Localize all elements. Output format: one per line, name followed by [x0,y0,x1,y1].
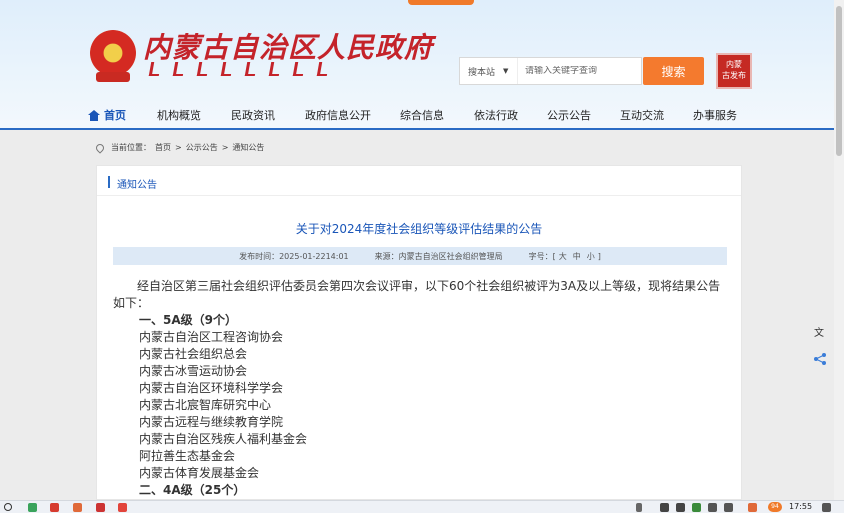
svg-text:文: 文 [814,326,824,339]
app-icon[interactable] [118,503,127,512]
font-size-large[interactable]: 大 [559,252,567,261]
list-item: 内蒙古体育发展基金会 [139,466,260,480]
nav-item-news[interactable]: 民政资讯 [231,107,275,123]
tray-icon[interactable] [676,503,685,512]
site-header: 内蒙古自治区人民政府 搜本站 ▼ 搜索 内蒙古发布 首页 机构概览 民政资讯 政… [0,0,834,130]
notification-badge[interactable]: 94 [768,502,782,512]
breadcrumb-prefix: 当前位置： [111,143,151,152]
list-item: 内蒙古自治区工程咨询协会 [139,330,284,344]
search-icon[interactable] [4,503,12,511]
font-size-switcher: 字号：[大中小] [529,251,601,262]
breadcrumb-current[interactable]: 通知公告 [232,142,264,153]
site-title-logo[interactable]: 内蒙古自治区人民政府 [143,26,433,66]
article-intro: 经自治区第三届社会组织评估委员会第四次会议评审，以下60个社会组织被评为3A及以… [113,279,721,310]
section-header: 通知公告 [97,166,741,196]
wifi-icon[interactable] [708,503,717,512]
app-icon[interactable] [96,503,105,512]
article-card: 通知公告 关于对2024年度社会组织等级评估结果的公告 发布时间：2025-01… [96,165,742,500]
section-accent-bar [108,176,110,188]
national-emblem-icon [90,30,136,82]
search-input[interactable] [518,66,638,76]
nav-item-interaction[interactable]: 互动交流 [620,107,664,123]
mongolian-script-logo [148,62,330,76]
list-item: 内蒙古自治区残疾人福利基金会 [139,432,308,446]
breadcrumb-separator: > [175,143,182,152]
nav-item-overview[interactable]: 机构概览 [157,107,201,123]
level-heading-5a: 一、5A级（9个） [139,313,237,327]
tray-icon[interactable] [660,503,669,512]
nav-item-home[interactable]: 首页 [88,107,126,123]
nav-item-label: 首页 [104,109,126,122]
search-scope-label: 搜本站 [468,67,496,78]
os-taskbar: 94 17:55 [0,500,844,513]
list-item: 阿拉善生态基金会 [139,449,236,463]
header-divider [0,128,834,130]
breadcrumb-notices[interactable]: 公示公告 [186,142,218,153]
list-item: 内蒙古远程与继续教育学院 [139,415,284,429]
translate-icon[interactable]: 文 [808,320,832,344]
font-size-close: ] [597,251,601,261]
taskbar-clock[interactable]: 17:55 [789,502,812,511]
nav-item-info[interactable]: 综合信息 [400,107,444,123]
share-network-icon[interactable] [808,347,832,371]
breadcrumb: 当前位置： 首页 > 公示公告 > 通知公告 [94,141,264,154]
app-icon[interactable] [28,503,37,512]
list-item: 内蒙古冰雪运动协会 [139,364,248,378]
section-title: 通知公告 [117,180,157,191]
font-size-medium[interactable]: 中 [573,252,581,261]
nav-item-services[interactable]: 办事服务 [693,107,737,123]
location-pin-icon [94,141,106,154]
tray-icon[interactable] [692,503,701,512]
tray-chevron-icon[interactable] [636,503,642,512]
search-button[interactable]: 搜索 [643,57,704,85]
breadcrumb-separator: > [221,143,229,152]
nav-item-law[interactable]: 依法行政 [474,107,518,123]
app-icon[interactable] [73,503,82,512]
page-scrollbar[interactable] [834,0,844,500]
nav-item-notices[interactable]: 公示公告 [547,107,591,123]
app-icon[interactable] [50,503,59,512]
article-meta: 发布时间：2025-01-2214:01 来源：内蒙古自治区社会组织管理局 字号… [113,247,727,265]
tray-icon[interactable] [748,503,757,512]
article-body: 经自治区第三届社会组织评估委员会第四次会议评审，以下60个社会组织被评为3A及以… [113,278,729,499]
chevron-down-icon: ▼ [503,67,509,75]
font-size-small[interactable]: 小 [587,252,595,261]
list-item: 内蒙古自治区环境科学学会 [139,381,284,395]
top-tab-indicator [408,0,474,5]
level-heading-4a: 二、4A级（25个） [139,483,246,497]
publish-time: 发布时间：2025-01-2214:01 [239,251,349,261]
list-item: 内蒙古北宸智库研究中心 [139,398,272,412]
article-source: 来源：内蒙古自治区社会组织管理局 [374,251,503,261]
main-nav: 首页 机构概览 民政资讯 政府信息公开 综合信息 依法行政 公示公告 互动交流 … [0,100,834,130]
nav-item-disclosure[interactable]: 政府信息公开 [305,107,371,123]
breadcrumb-home[interactable]: 首页 [155,142,171,153]
volume-icon[interactable] [724,503,733,512]
list-item: 内蒙古社会组织总会 [139,347,248,361]
search-box: 搜本站 ▼ [459,57,642,85]
home-icon [88,109,100,121]
scrollbar-thumb[interactable] [836,6,842,156]
seal-stamp-logo[interactable]: 内蒙 古发布 [716,53,752,89]
search-scope-select[interactable]: 搜本站 ▼ [460,58,518,84]
notification-center-icon[interactable] [822,503,831,512]
font-size-label: 字号：[ [528,251,556,261]
article-title: 关于对2024年度社会组织等级评估结果的公告 [295,222,543,236]
